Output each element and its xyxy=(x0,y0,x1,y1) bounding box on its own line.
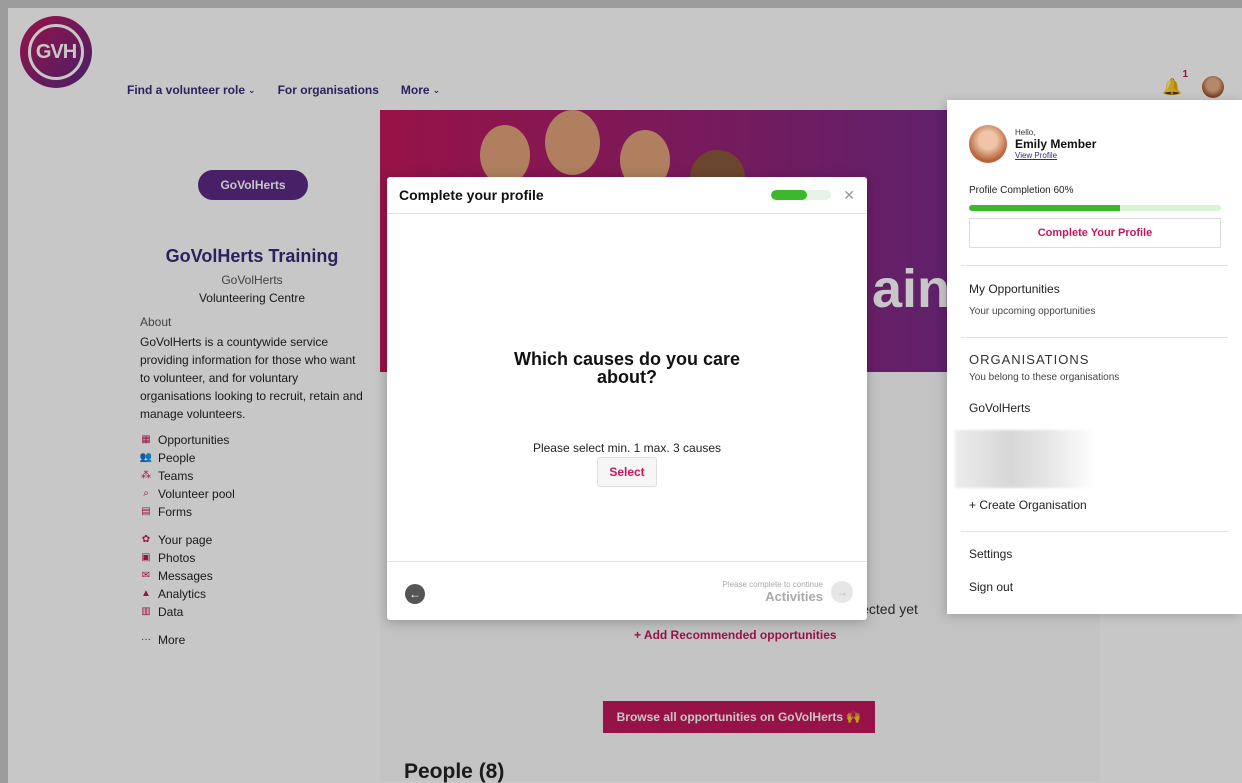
create-organisation-link[interactable]: + Create Organisation xyxy=(969,498,1087,512)
divider xyxy=(961,531,1228,532)
divider xyxy=(961,337,1228,338)
organisation-item[interactable]: GoVolHerts xyxy=(969,401,1030,415)
question-line-1: Which causes do you care xyxy=(513,349,741,369)
settings-link[interactable]: Settings xyxy=(969,547,1012,561)
panel-user: Hello, Emily Member View Profile xyxy=(969,125,1096,163)
user-info: Hello, Emily Member View Profile xyxy=(1015,128,1096,160)
modal-body: Which causes do you care about? Please s… xyxy=(387,214,867,562)
organisations-sub: You belong to these organisations xyxy=(969,372,1120,383)
next-step-text: Please complete to continue Activities xyxy=(722,580,823,604)
modal-title: Complete your profile xyxy=(399,187,544,203)
next-arrow-icon[interactable]: → xyxy=(831,581,853,603)
select-causes-button[interactable]: Select xyxy=(597,457,657,487)
greeting: Hello, xyxy=(1015,128,1036,137)
organisations-heading: ORGANISATIONS xyxy=(969,352,1090,367)
close-icon[interactable]: ✕ xyxy=(843,187,855,204)
modal-progress-bar xyxy=(771,190,832,200)
question-instruction: Please select min. 1 max. 3 causes xyxy=(532,441,722,455)
next-step: Please complete to continue Activities → xyxy=(722,580,853,604)
redacted-organisation xyxy=(955,430,1095,488)
profile-completion-fill xyxy=(969,205,1121,211)
my-opportunities-link[interactable]: My Opportunities xyxy=(969,282,1060,296)
profile-dropdown: Hello, Emily Member View Profile Profile… xyxy=(947,100,1242,614)
user-name: Emily Member xyxy=(1015,137,1097,151)
question-title: Which causes do you care about? xyxy=(387,350,867,386)
complete-profile-button[interactable]: Complete Your Profile xyxy=(969,218,1221,248)
next-label: Activities xyxy=(765,589,823,604)
sign-out-link[interactable]: Sign out xyxy=(969,580,1013,594)
modal-progress-fill xyxy=(771,190,808,200)
avatar xyxy=(969,125,1007,163)
modal-footer: ← Please complete to continue Activities… xyxy=(387,562,867,620)
question-line-2: about? xyxy=(597,367,657,387)
modal-header: Complete your profile ✕ xyxy=(387,177,867,214)
view-profile-link[interactable]: View Profile xyxy=(1015,151,1096,160)
my-opportunities-sub: Your upcoming opportunities xyxy=(969,306,1096,317)
back-arrow-icon[interactable]: ← xyxy=(405,584,425,604)
complete-profile-modal: Complete your profile ✕ Which causes do … xyxy=(387,177,867,620)
next-hint: Please complete to continue xyxy=(722,580,823,589)
divider xyxy=(961,265,1228,266)
profile-completion-label: Profile Completion 60% xyxy=(969,185,1074,196)
profile-completion-bar xyxy=(969,205,1221,211)
